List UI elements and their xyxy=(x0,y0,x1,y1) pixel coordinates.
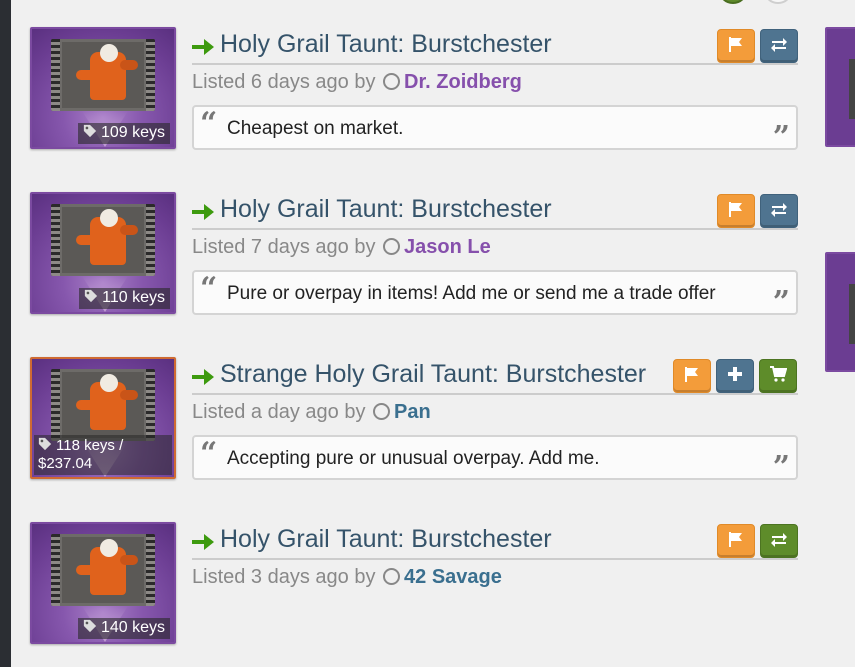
side-listing-thumbnail[interactable] xyxy=(825,252,855,372)
tag-icon xyxy=(83,124,97,138)
seller-name[interactable]: Jason Le xyxy=(404,236,491,258)
quote-open-icon: “ xyxy=(200,436,218,471)
send-trade-offer-button[interactable] xyxy=(760,29,798,63)
trade-arrows-icon xyxy=(770,200,788,223)
title-row: Holy Grail Taunt: Burstchester xyxy=(192,522,798,560)
action-buttons xyxy=(717,29,798,63)
price-text: 109 keys xyxy=(100,124,165,141)
seller-name[interactable]: Dr. Zoidberg xyxy=(404,71,522,93)
listing-meta: Listed 6 days ago by Dr. Zoidberg xyxy=(192,71,522,94)
item-title[interactable]: Holy Grail Taunt: Burstchester xyxy=(220,525,552,554)
listed-time: Listed 7 days ago by xyxy=(192,236,376,258)
film-reel-image xyxy=(51,369,155,441)
trade-arrows-icon xyxy=(770,530,788,553)
listed-time: Listed 3 days ago by xyxy=(192,566,376,588)
send-trade-offer-button[interactable] xyxy=(760,524,798,558)
price-badge: 109 keys xyxy=(77,123,170,144)
item-title[interactable]: Holy Grail Taunt: Burstchester xyxy=(220,30,552,59)
quote-close-icon: ” xyxy=(772,285,790,315)
price-badge: 110 keys xyxy=(79,288,170,309)
listing-item: 140 keys Holy Grail Taunt: Burstchester … xyxy=(30,522,800,648)
arrow-right-icon xyxy=(192,367,214,387)
item-thumbnail[interactable]: 109 keys xyxy=(30,27,176,149)
listing-item: 118 keys / $237.04 Strange Holy Grail Ta… xyxy=(30,357,800,483)
quote-open-icon: “ xyxy=(200,271,218,306)
report-flag-button[interactable] xyxy=(717,29,755,63)
seller-name[interactable]: 42 Savage xyxy=(404,566,502,588)
listing-comment: “ Cheapest on market. ” xyxy=(192,105,798,150)
title-row: Holy Grail Taunt: Burstchester xyxy=(192,27,798,65)
arrow-right-icon xyxy=(192,37,214,57)
listing-comment: “ Pure or overpay in items! Add me or se… xyxy=(192,270,798,315)
user-status-icon xyxy=(383,568,401,585)
flag-icon xyxy=(727,200,745,223)
flag-icon xyxy=(727,35,745,58)
action-buttons xyxy=(717,524,798,558)
action-buttons xyxy=(717,194,798,228)
title-row: Holy Grail Taunt: Burstchester xyxy=(192,192,798,230)
listing-item: 109 keys Holy Grail Taunt: Burstchester … xyxy=(30,27,800,153)
flag-icon xyxy=(683,365,701,388)
comment-text: Cheapest on market. xyxy=(227,118,404,139)
listing-meta: Listed a day ago by Pan xyxy=(192,401,431,424)
price-badge: 118 keys / $237.04 xyxy=(34,435,172,475)
price-badge: 140 keys xyxy=(77,618,170,639)
report-flag-button[interactable] xyxy=(717,194,755,228)
film-reel-image xyxy=(51,204,155,276)
send-trade-offer-button[interactable] xyxy=(760,194,798,228)
top-status-circle-green[interactable] xyxy=(718,0,748,4)
arrow-right-icon xyxy=(192,202,214,222)
user-status-icon xyxy=(383,73,401,90)
tag-icon xyxy=(83,619,97,633)
page-left-edge xyxy=(0,0,11,667)
listing-comment: “ Accepting pure or unusual overpay. Add… xyxy=(192,435,798,480)
listing-item: 110 keys Holy Grail Taunt: Burstchester … xyxy=(30,192,800,318)
user-status-icon xyxy=(373,403,391,420)
item-title[interactable]: Holy Grail Taunt: Burstchester xyxy=(220,195,552,224)
listing-meta: Listed 7 days ago by Jason Le xyxy=(192,236,491,259)
film-reel-image xyxy=(51,39,155,111)
quote-open-icon: “ xyxy=(200,106,218,141)
user-status-icon xyxy=(383,238,401,255)
arrow-right-icon xyxy=(192,532,214,552)
buy-cart-button[interactable] xyxy=(759,359,797,393)
add-friend-button[interactable] xyxy=(716,359,754,393)
action-buttons xyxy=(673,359,797,393)
trade-arrows-icon xyxy=(770,35,788,58)
item-thumbnail[interactable]: 118 keys / $237.04 xyxy=(30,357,176,479)
report-flag-button[interactable] xyxy=(673,359,711,393)
price-text: 110 keys xyxy=(102,289,165,306)
seller-name[interactable]: Pan xyxy=(394,401,431,423)
item-thumbnail[interactable]: 110 keys xyxy=(30,192,176,314)
listed-time: Listed 6 days ago by xyxy=(192,71,376,93)
report-flag-button[interactable] xyxy=(717,524,755,558)
listing-meta: Listed 3 days ago by 42 Savage xyxy=(192,566,502,589)
title-row: Strange Holy Grail Taunt: Burstchester xyxy=(192,357,798,395)
tag-icon xyxy=(84,289,98,303)
quote-close-icon: ” xyxy=(772,120,790,150)
top-status-circle-white[interactable] xyxy=(763,0,793,4)
item-title[interactable]: Strange Holy Grail Taunt: Burstchester xyxy=(220,360,646,389)
side-listing-thumbnail[interactable] xyxy=(825,27,855,147)
quote-close-icon: ” xyxy=(772,450,790,480)
cart-icon xyxy=(769,365,788,388)
plus-icon xyxy=(726,365,744,388)
film-reel-image xyxy=(51,534,155,606)
comment-text: Accepting pure or unusual overpay. Add m… xyxy=(227,448,600,469)
item-thumbnail[interactable]: 140 keys xyxy=(30,522,176,644)
flag-icon xyxy=(727,530,745,553)
tag-icon xyxy=(38,437,52,451)
price-text: 140 keys xyxy=(100,619,165,636)
comment-text: Pure or overpay in items! Add me or send… xyxy=(227,283,716,304)
listed-time: Listed a day ago by xyxy=(192,401,366,423)
